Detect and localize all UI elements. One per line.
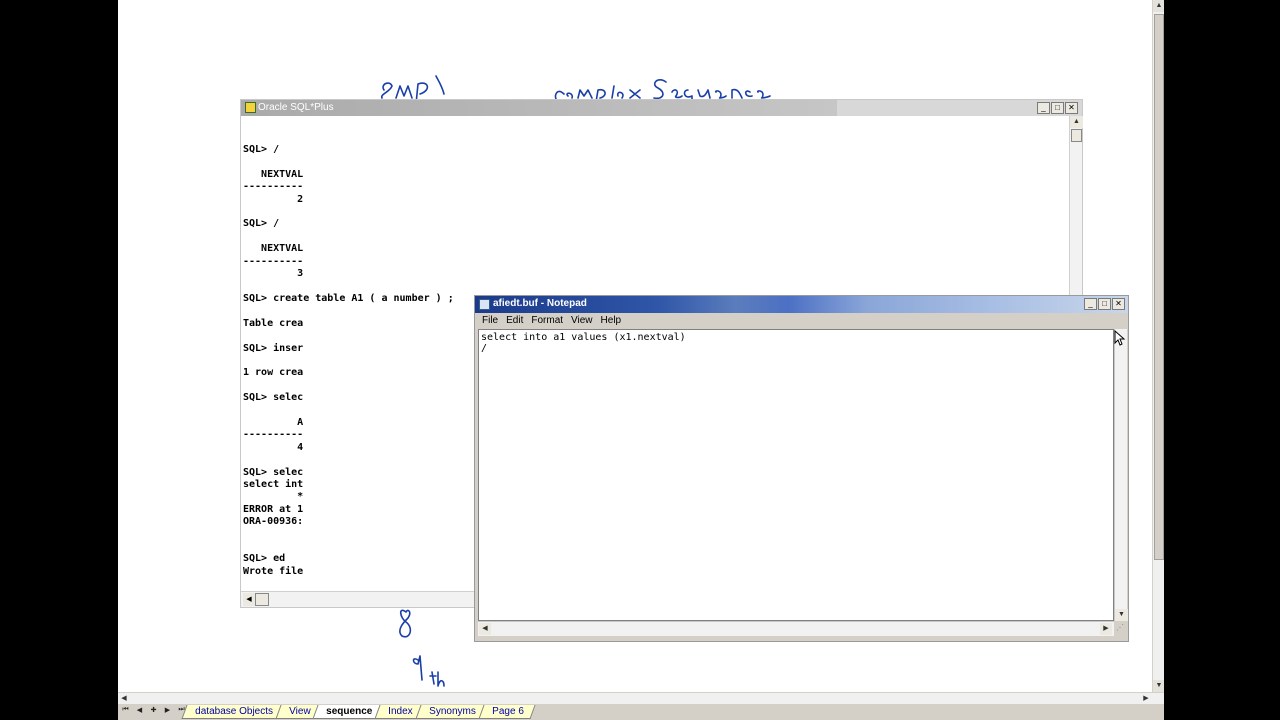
close-icon[interactable]: ✕	[1112, 298, 1125, 310]
next-sheet-icon[interactable]: ▶	[162, 706, 173, 714]
tab-sequence[interactable]: sequence	[312, 705, 385, 719]
ink-emp-tail	[435, 75, 445, 95]
add-sheet-icon[interactable]: ✚	[148, 706, 159, 714]
page-horizontal-scrollbar[interactable]: ◀ ▶	[118, 692, 1164, 704]
sqlplus-app-icon	[245, 102, 256, 113]
menu-file[interactable]: File	[480, 313, 504, 329]
sqlplus-vertical-scroll-thumb[interactable]	[1071, 129, 1082, 142]
scroll-down-arrow-icon[interactable]: ▼	[1115, 609, 1128, 621]
mouse-pointer-icon	[1114, 330, 1126, 346]
previous-sheet-icon[interactable]: ◀	[134, 706, 145, 714]
menu-view[interactable]: View	[569, 313, 599, 329]
first-sheet-icon[interactable]: ⏮	[120, 706, 131, 714]
scroll-left-arrow-icon[interactable]: ◀	[118, 693, 130, 704]
notepad-title: afiedt.buf - Notepad	[493, 298, 587, 309]
resize-grip-icon[interactable]: ⋰	[1116, 623, 1127, 636]
sqlplus-title-bar[interactable]: Oracle SQL*Plus _ □ ✕	[241, 100, 1082, 116]
scroll-right-arrow-icon[interactable]: ▶	[1100, 623, 1112, 635]
notepad-vertical-scrollbar[interactable]: ▼	[1114, 329, 1128, 621]
ink-number-8	[399, 609, 412, 638]
sheet-tab-bar: ⏮ ◀ ✚ ▶ ⏭ database Objects View sequence…	[118, 704, 1164, 720]
notepad-title-bar[interactable]: afiedt.buf - Notepad _ □ ✕	[475, 296, 1128, 313]
close-icon[interactable]: ✕	[1065, 102, 1078, 114]
scroll-up-arrow-icon[interactable]: ▲	[1153, 0, 1164, 12]
page-vertical-scrollbar[interactable]: ▲ ▼	[1152, 0, 1164, 692]
notepad-window[interactable]: afiedt.buf - Notepad _ □ ✕ File Edit For…	[474, 295, 1129, 642]
ink-number-9	[412, 655, 423, 681]
menu-help[interactable]: Help	[599, 313, 628, 329]
scroll-right-arrow-icon[interactable]: ▶	[1140, 693, 1152, 704]
page-vertical-scroll-thumb[interactable]	[1154, 14, 1164, 560]
tab-database-objects[interactable]: database Objects	[181, 705, 285, 719]
sheet-tabs: database Objects View sequence Index Syn…	[181, 705, 535, 719]
ink-th	[429, 671, 445, 687]
minimize-icon[interactable]: _	[1037, 102, 1050, 114]
sheet-tab-navigation: ⏮ ◀ ✚ ▶ ⏭	[120, 706, 187, 714]
notepad-app-icon	[479, 299, 490, 310]
menu-format[interactable]: Format	[529, 313, 569, 329]
notepad-text-area[interactable]: select into a1 values (x1.nextval) /	[478, 329, 1114, 621]
notepad-horizontal-scrollbar[interactable]: ◀ ▶	[478, 621, 1114, 636]
sqlplus-title: Oracle SQL*Plus	[258, 102, 334, 113]
minimize-icon[interactable]: _	[1084, 298, 1097, 310]
scroll-up-arrow-icon[interactable]: ▲	[1070, 116, 1083, 128]
sqlplus-window-controls: _ □ ✕	[1037, 102, 1078, 114]
menu-edit[interactable]: Edit	[504, 313, 529, 329]
notepad-window-controls: _ □ ✕	[1084, 298, 1125, 310]
tab-page-6[interactable]: Page 6	[478, 705, 535, 719]
notepad-content: select into a1 values (x1.nextval) /	[481, 332, 686, 354]
scroll-down-arrow-icon[interactable]: ▼	[1153, 680, 1164, 692]
maximize-icon[interactable]: □	[1051, 102, 1064, 114]
maximize-icon[interactable]: □	[1098, 298, 1111, 310]
tab-synonyms[interactable]: Synonyms	[415, 705, 488, 719]
scroll-left-arrow-icon[interactable]: ◀	[479, 623, 491, 635]
scroll-left-arrow-icon[interactable]: ◀	[243, 593, 255, 606]
sqlplus-horizontal-scroll-thumb[interactable]	[255, 593, 269, 606]
notepad-menu-bar: File Edit Format View Help	[475, 313, 1128, 329]
